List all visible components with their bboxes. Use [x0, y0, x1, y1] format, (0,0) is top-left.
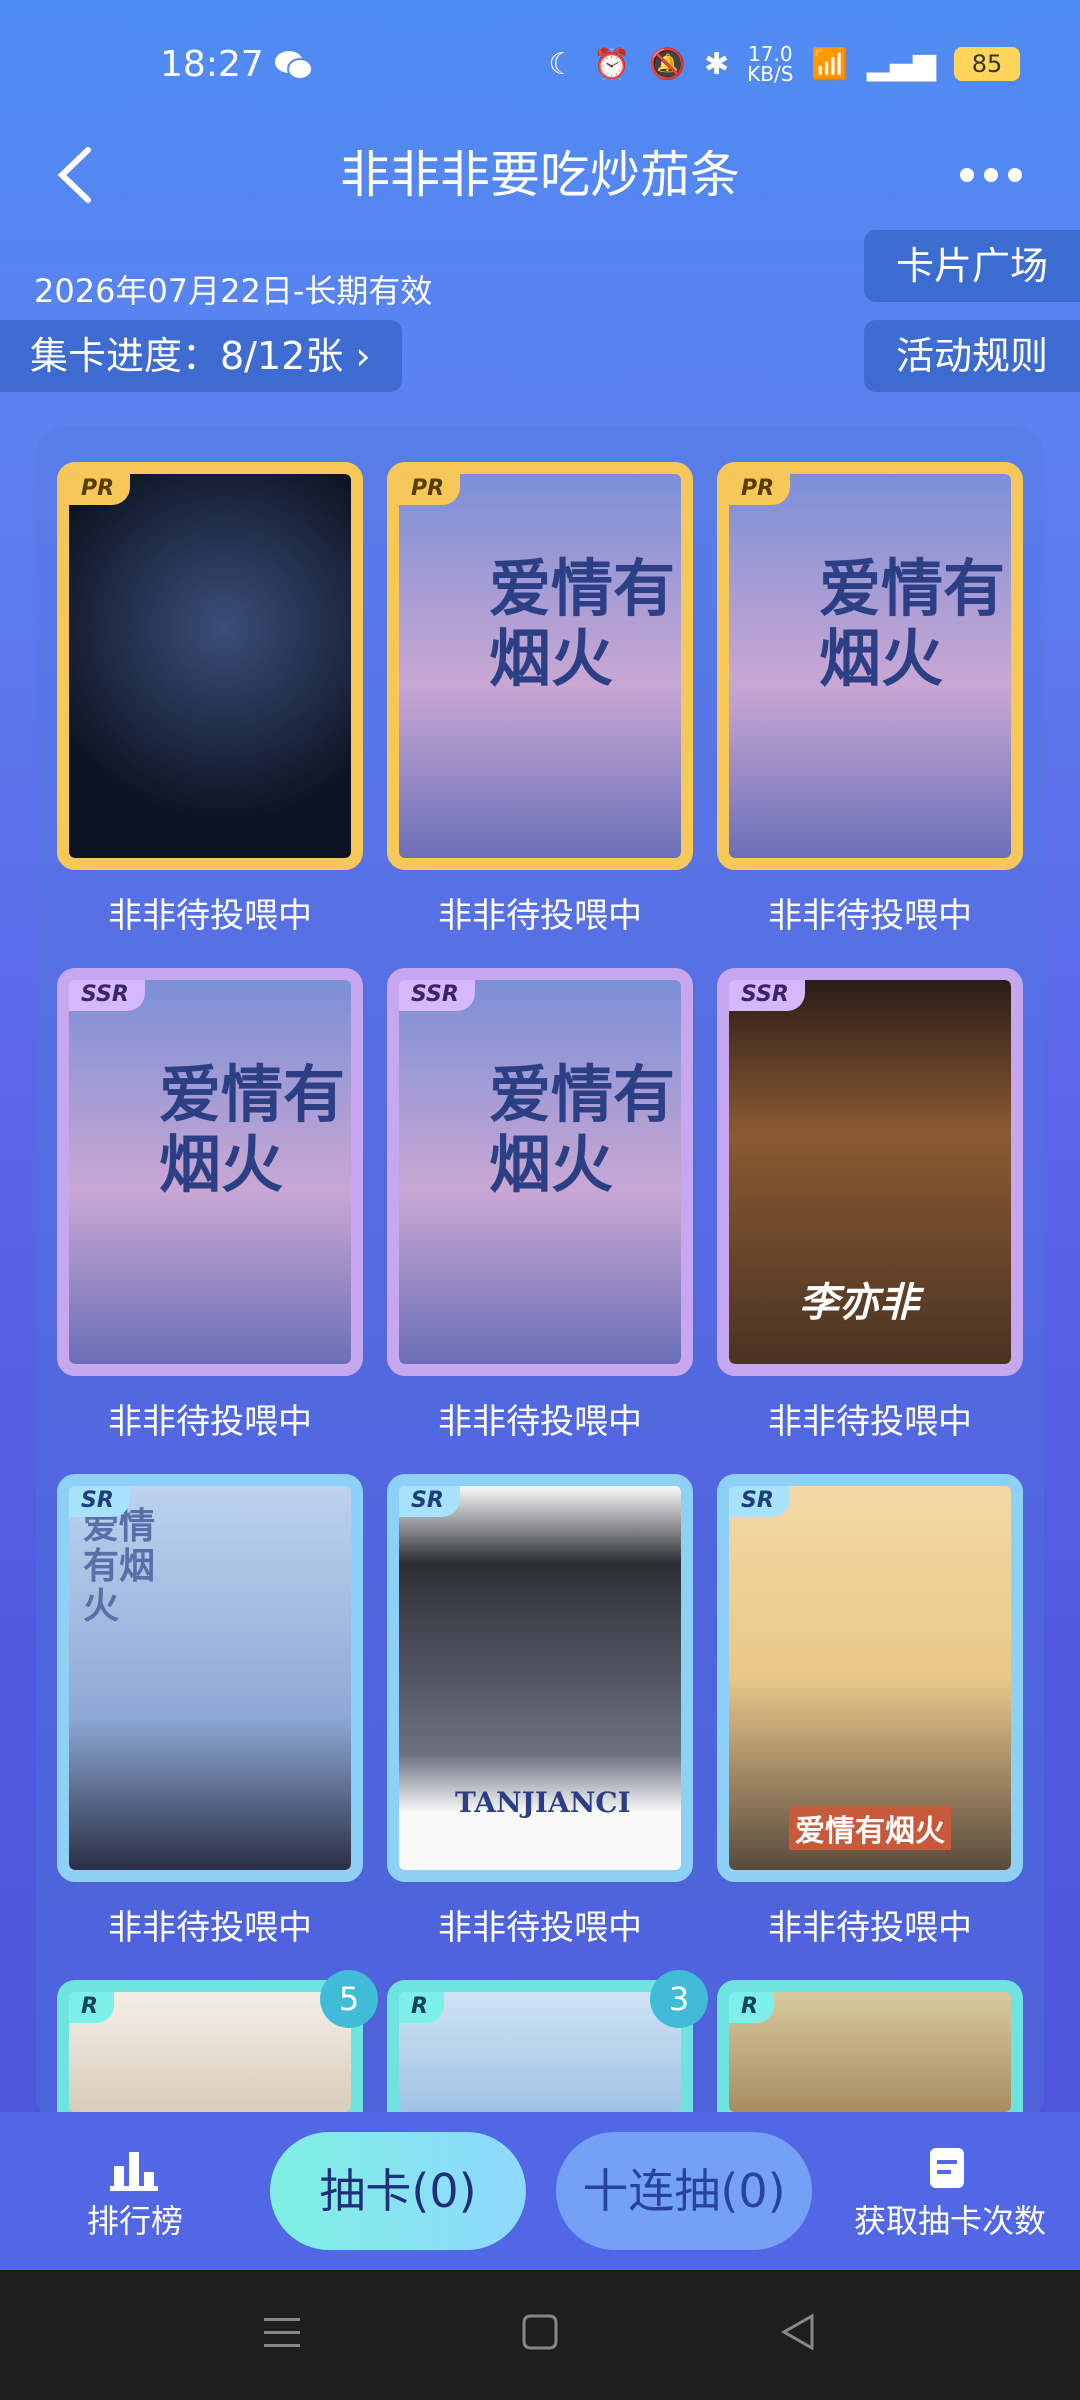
poster-title: 爱情有烟火 — [83, 1505, 156, 1627]
card-caption: 非非待投喂中 — [768, 1402, 972, 1442]
card-square-button[interactable]: 卡片广场 — [864, 230, 1080, 302]
rarity-badge: PR — [399, 474, 461, 505]
signature: 李亦非 — [799, 1279, 919, 1326]
card-caption: 非非待投喂中 — [438, 1908, 642, 1948]
rarity-badge: SR — [399, 1486, 460, 1517]
rules-button[interactable]: 活动规则 — [864, 320, 1080, 392]
draw-card-button[interactable]: 抽卡(0) — [270, 2132, 526, 2250]
valid-date: 2026年07月22日-长期有效 — [34, 272, 433, 310]
poster-title: 爱情有烟火 — [489, 552, 676, 695]
mute-icon: 🔕 — [648, 46, 686, 82]
rarity-badge: SSR — [69, 980, 145, 1011]
card-artwork — [69, 474, 351, 858]
card-11[interactable]: R — [387, 1980, 693, 2112]
card-2[interactable]: 爱情有烟火 PR — [387, 462, 693, 870]
rarity-badge: SSR — [729, 980, 805, 1011]
rarity-badge: SSR — [399, 980, 475, 1011]
document-icon — [930, 2148, 964, 2188]
poster-title: 爱情有烟火 — [789, 1806, 951, 1850]
card-6[interactable]: 李亦非 SSR — [717, 968, 1023, 1376]
card-caption: 非非待投喂中 — [768, 896, 972, 936]
card-caption: 非非待投喂中 — [768, 1908, 972, 1948]
more-icon[interactable] — [960, 150, 1040, 200]
wechat-icon — [275, 51, 313, 80]
card-caption: 非非待投喂中 — [438, 896, 642, 936]
card-3[interactable]: 爱情有烟火 PR — [717, 462, 1023, 870]
rarity-badge: R — [399, 1992, 444, 2023]
card-5[interactable]: 爱情有烟火 SSR — [387, 968, 693, 1376]
rarity-badge: R — [729, 1992, 774, 2023]
card-caption: 非非待投喂中 — [108, 1402, 312, 1442]
alarm-icon: ⏰ — [593, 46, 631, 82]
rarity-badge: R — [69, 1992, 114, 2023]
card-count-badge: 5 — [320, 1970, 378, 2028]
system-navigation-bar — [0, 2270, 1080, 2400]
rarity-badge: PR — [69, 474, 131, 505]
leaderboard-icon — [110, 2152, 158, 2191]
poster-title: TANJIANCI — [455, 1786, 631, 1819]
status-bar: 18:27 ☾ ⏰ 🔕 ✱ 17.0 KB/S 📶 ▂▄▆ 85 — [0, 0, 1080, 140]
card-12[interactable]: R — [717, 1980, 1023, 2112]
card-9[interactable]: 爱情有烟火 SR — [717, 1474, 1023, 1882]
poster-title: 爱情有烟火 — [159, 1058, 346, 1201]
menu-icon[interactable] — [262, 2312, 302, 2352]
card-4[interactable]: 爱情有烟火 SSR — [57, 968, 363, 1376]
card-7[interactable]: 爱情有烟火 SR — [57, 1474, 363, 1882]
bottom-action-bar — [0, 2112, 1080, 2270]
collection-progress-button[interactable]: 集卡进度：8/12张 › — [0, 320, 402, 392]
status-time: 18:27 — [160, 44, 264, 85]
card-caption: 非非待投喂中 — [108, 1908, 312, 1948]
battery-indicator: 85 — [954, 47, 1020, 81]
card-1[interactable]: PR — [57, 462, 363, 870]
card-8[interactable]: TANJIANCI SR — [387, 1474, 693, 1882]
poster-title: 爱情有烟火 — [819, 552, 1006, 695]
home-icon[interactable] — [520, 2312, 560, 2352]
card-caption: 非非待投喂中 — [108, 896, 312, 936]
get-draw-count-button[interactable]: 获取抽卡次数 — [840, 2196, 1060, 2242]
back-nav-icon[interactable] — [778, 2312, 818, 2352]
moon-icon: ☾ — [548, 46, 576, 82]
ten-draw-button[interactable]: 十连抽(0) — [556, 2132, 812, 2250]
rarity-badge: PR — [729, 474, 791, 505]
wifi-icon: 📶 — [811, 46, 849, 82]
network-speed: 17.0 KB/S — [747, 42, 794, 86]
poster-title: 爱情有烟火 — [489, 1058, 676, 1201]
card-caption: 非非待投喂中 — [438, 1402, 642, 1442]
signal-icon: ▂▄▆ — [866, 46, 936, 82]
bluetooth-icon: ✱ — [704, 46, 730, 82]
rarity-badge: SR — [729, 1486, 790, 1517]
rarity-badge: SR — [69, 1486, 130, 1517]
leaderboard-button[interactable]: 排行榜 — [60, 2196, 210, 2242]
card-count-badge: 3 — [650, 1970, 708, 2028]
page-title: 非非非要吃炒茄条 — [340, 146, 740, 204]
card-10[interactable]: R — [57, 1980, 363, 2112]
